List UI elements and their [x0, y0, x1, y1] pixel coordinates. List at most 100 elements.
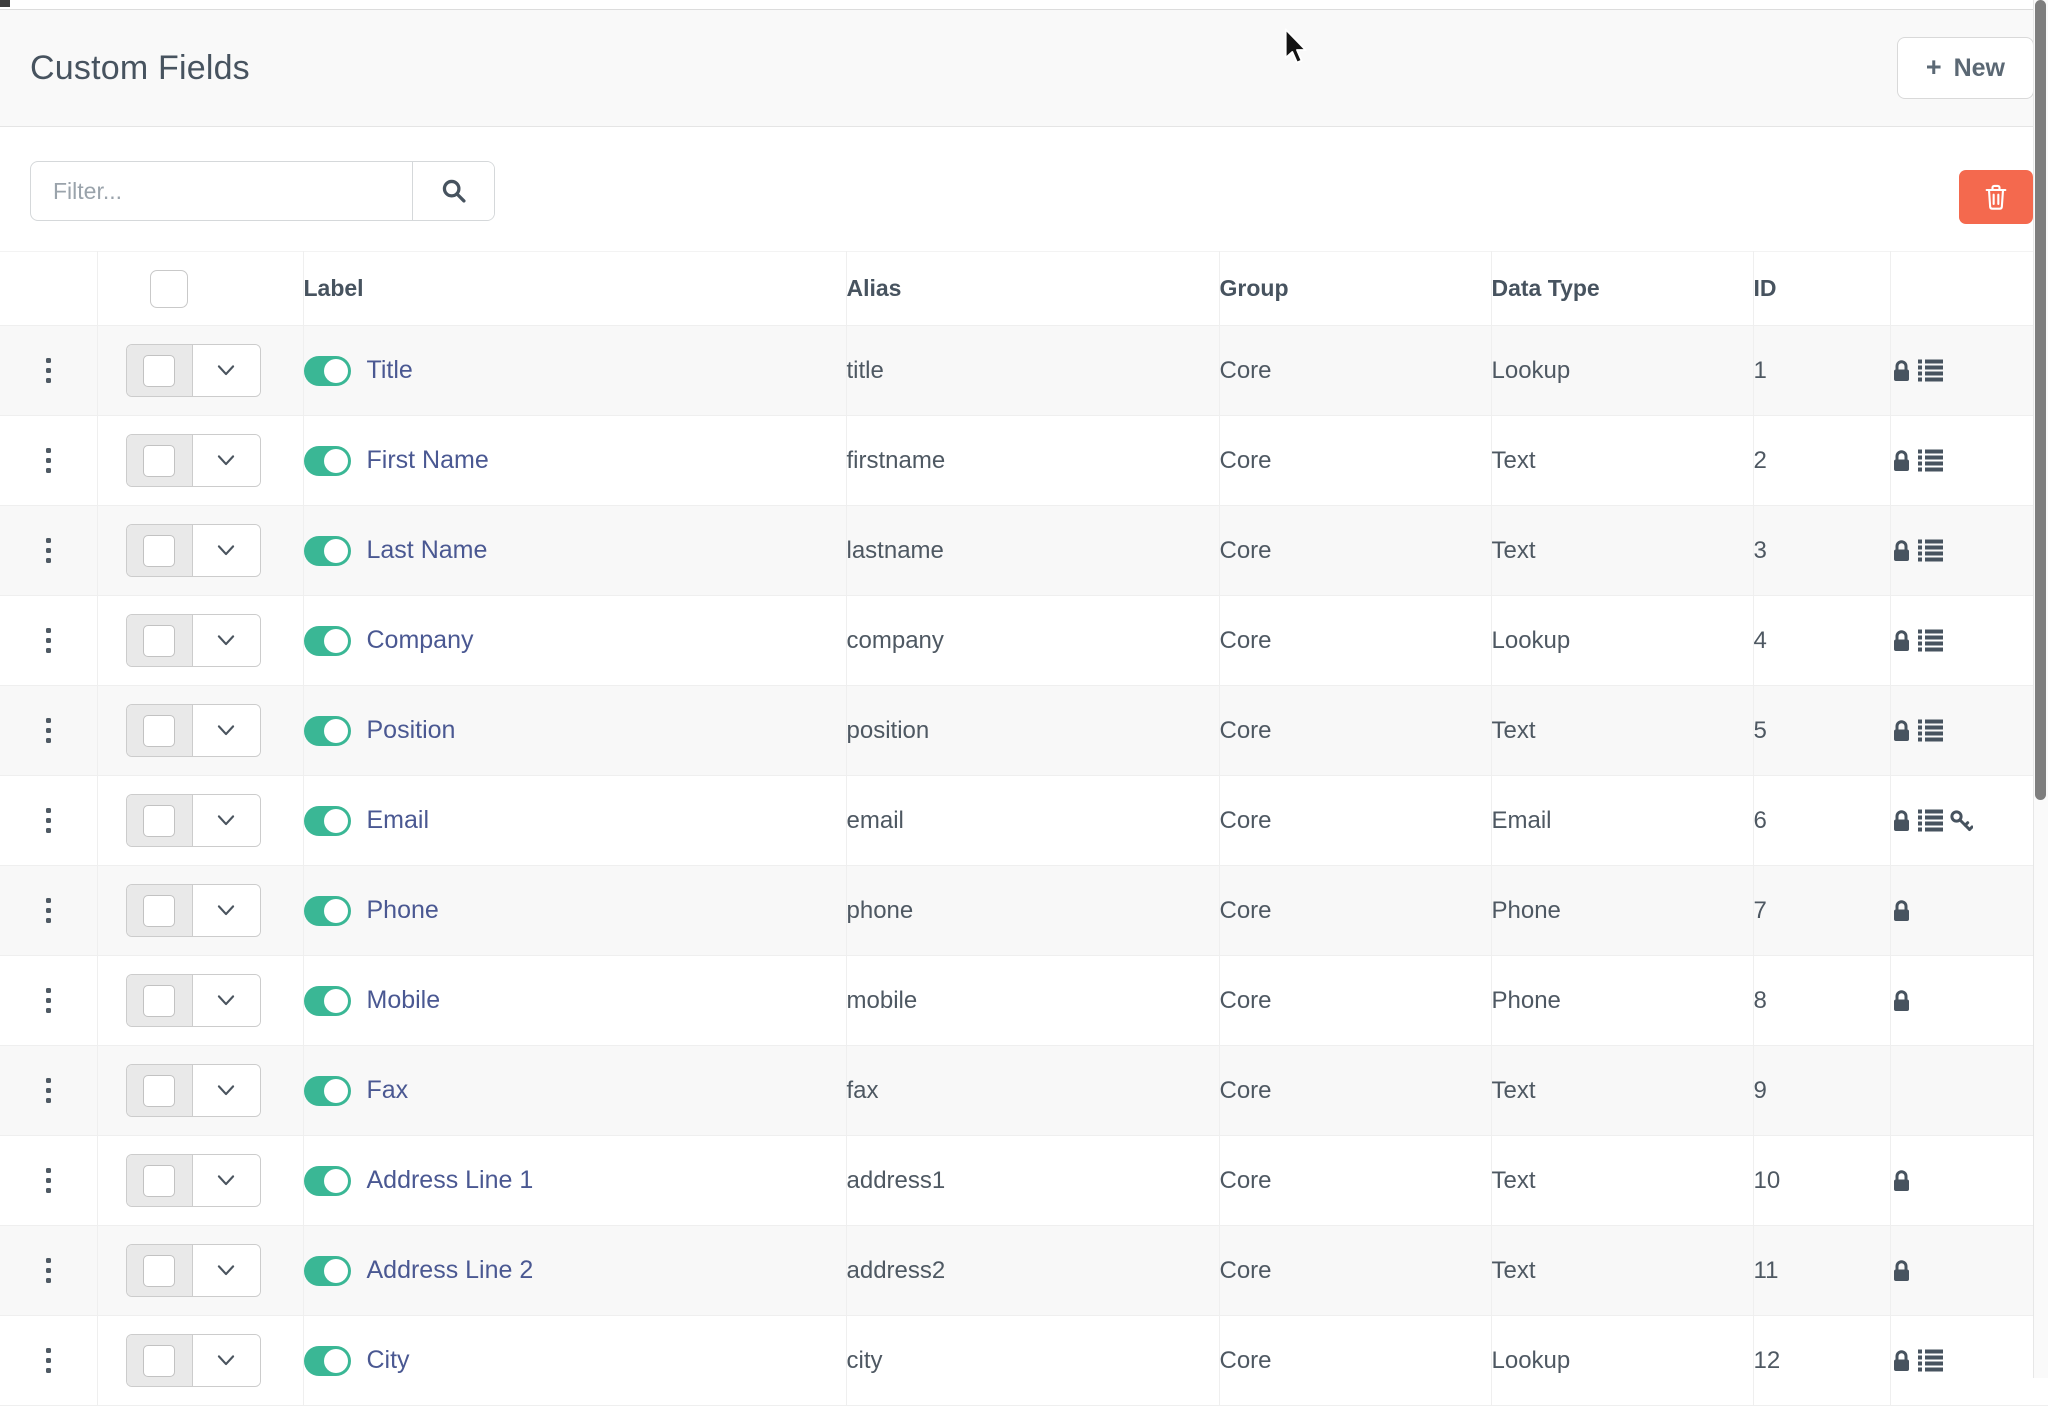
row-dropdown-toggle[interactable] — [193, 705, 260, 756]
row-dropdown-toggle[interactable] — [193, 525, 260, 576]
row-dropdown-toggle[interactable] — [193, 885, 260, 936]
field-group: Core — [1219, 686, 1491, 776]
row-select-split-button — [126, 524, 261, 577]
field-label-link[interactable]: Last Name — [367, 536, 488, 565]
field-id: 11 — [1753, 1226, 1890, 1316]
vertical-scrollbar-thumb[interactable] — [2035, 0, 2046, 800]
field-data-type: Text — [1491, 1226, 1753, 1316]
field-data-type: Text — [1491, 416, 1753, 506]
row-checkbox[interactable] — [127, 1335, 193, 1386]
row-dropdown-toggle[interactable] — [193, 1155, 260, 1206]
published-toggle[interactable] — [304, 356, 351, 386]
filter-group — [30, 161, 495, 221]
row-dropdown-toggle[interactable] — [193, 795, 260, 846]
row-checkbox[interactable] — [127, 435, 193, 486]
lock-icon — [1891, 1259, 1912, 1283]
field-id: 7 — [1753, 866, 1890, 956]
page-header: Custom Fields + New — [0, 10, 2048, 127]
field-label-link[interactable]: Address Line 2 — [367, 1256, 534, 1285]
published-toggle[interactable] — [304, 986, 351, 1016]
column-header-alias: Alias — [846, 252, 1219, 326]
row-menu-kebab-icon[interactable] — [40, 1348, 56, 1373]
published-toggle[interactable] — [304, 1346, 351, 1376]
row-menu-kebab-icon[interactable] — [40, 1258, 56, 1283]
chevron-down-icon — [216, 544, 236, 557]
plus-icon: + — [1926, 54, 1942, 81]
field-group: Core — [1219, 866, 1491, 956]
field-alias: lastname — [846, 506, 1219, 596]
field-label-link[interactable]: First Name — [367, 446, 489, 475]
row-checkbox[interactable] — [127, 885, 193, 936]
search-button[interactable] — [412, 162, 494, 220]
row-menu-kebab-icon[interactable] — [40, 718, 56, 743]
published-toggle[interactable] — [304, 896, 351, 926]
row-menu-kebab-icon[interactable] — [40, 358, 56, 383]
row-checkbox[interactable] — [127, 1065, 193, 1116]
published-toggle[interactable] — [304, 1166, 351, 1196]
row-menu-kebab-icon[interactable] — [40, 988, 56, 1013]
row-menu-kebab-icon[interactable] — [40, 1168, 56, 1193]
row-menu-kebab-icon[interactable] — [40, 808, 56, 833]
row-checkbox[interactable] — [127, 975, 193, 1026]
table-row: Mobile mobile Core Phone 8 — [0, 956, 2048, 1046]
field-alias: company — [846, 596, 1219, 686]
lock-icon — [1891, 1349, 1912, 1373]
row-dropdown-toggle[interactable] — [193, 435, 260, 486]
row-checkbox[interactable] — [127, 1155, 193, 1206]
field-label-link[interactable]: Address Line 1 — [367, 1166, 534, 1195]
corner-artifact — [0, 0, 10, 7]
field-label-link[interactable]: City — [367, 1346, 410, 1375]
published-toggle[interactable] — [304, 806, 351, 836]
published-toggle[interactable] — [304, 536, 351, 566]
list-icon — [1918, 539, 1943, 562]
row-dropdown-toggle[interactable] — [193, 1335, 260, 1386]
field-label-link[interactable]: Company — [367, 626, 474, 655]
field-id: 8 — [1753, 956, 1890, 1046]
key-icon — [1949, 809, 1973, 833]
row-menu-kebab-icon[interactable] — [40, 538, 56, 563]
select-all-checkbox[interactable] — [150, 270, 188, 308]
row-checkbox[interactable] — [127, 1245, 193, 1296]
published-toggle[interactable] — [304, 1256, 351, 1286]
delete-selected-button[interactable] — [1959, 170, 2033, 224]
field-label-link[interactable]: Title — [367, 356, 413, 385]
row-dropdown-toggle[interactable] — [193, 1065, 260, 1116]
published-toggle[interactable] — [304, 446, 351, 476]
field-label-link[interactable]: Phone — [367, 896, 439, 925]
published-toggle[interactable] — [304, 1076, 351, 1106]
row-checkbox[interactable] — [127, 525, 193, 576]
field-data-type: Phone — [1491, 866, 1753, 956]
filter-input[interactable] — [31, 162, 412, 220]
published-toggle[interactable] — [304, 716, 351, 746]
row-dropdown-toggle[interactable] — [193, 615, 260, 666]
table-header: Label Alias Group Data Type ID — [0, 252, 2048, 326]
row-dropdown-toggle[interactable] — [193, 1245, 260, 1296]
row-menu-kebab-icon[interactable] — [40, 898, 56, 923]
row-checkbox[interactable] — [127, 795, 193, 846]
field-data-type: Text — [1491, 506, 1753, 596]
field-alias: phone — [846, 866, 1219, 956]
row-dropdown-toggle[interactable] — [193, 975, 260, 1026]
field-label-link[interactable]: Position — [367, 716, 456, 745]
vertical-scrollbar-track[interactable] — [2033, 0, 2048, 1378]
row-menu-kebab-icon[interactable] — [40, 628, 56, 653]
row-checkbox[interactable] — [127, 345, 193, 396]
list-icon — [1918, 629, 1943, 652]
published-toggle[interactable] — [304, 626, 351, 656]
chevron-down-icon — [216, 814, 236, 827]
row-menu-kebab-icon[interactable] — [40, 1078, 56, 1103]
field-label-link[interactable]: Fax — [367, 1076, 409, 1105]
row-checkbox[interactable] — [127, 705, 193, 756]
lock-icon — [1891, 1169, 1912, 1193]
table-row: Address Line 1 address1 Core Text 10 — [0, 1136, 2048, 1226]
table-row: First Name firstname Core Text 2 — [0, 416, 2048, 506]
field-label-link[interactable]: Email — [367, 806, 430, 835]
lock-icon — [1891, 809, 1912, 833]
table-row: Title title Core Lookup 1 — [0, 326, 2048, 416]
field-label-link[interactable]: Mobile — [367, 986, 441, 1015]
lock-icon — [1891, 899, 1912, 923]
row-checkbox[interactable] — [127, 615, 193, 666]
row-dropdown-toggle[interactable] — [193, 345, 260, 396]
new-button[interactable]: + New — [1897, 37, 2034, 99]
row-menu-kebab-icon[interactable] — [40, 448, 56, 473]
